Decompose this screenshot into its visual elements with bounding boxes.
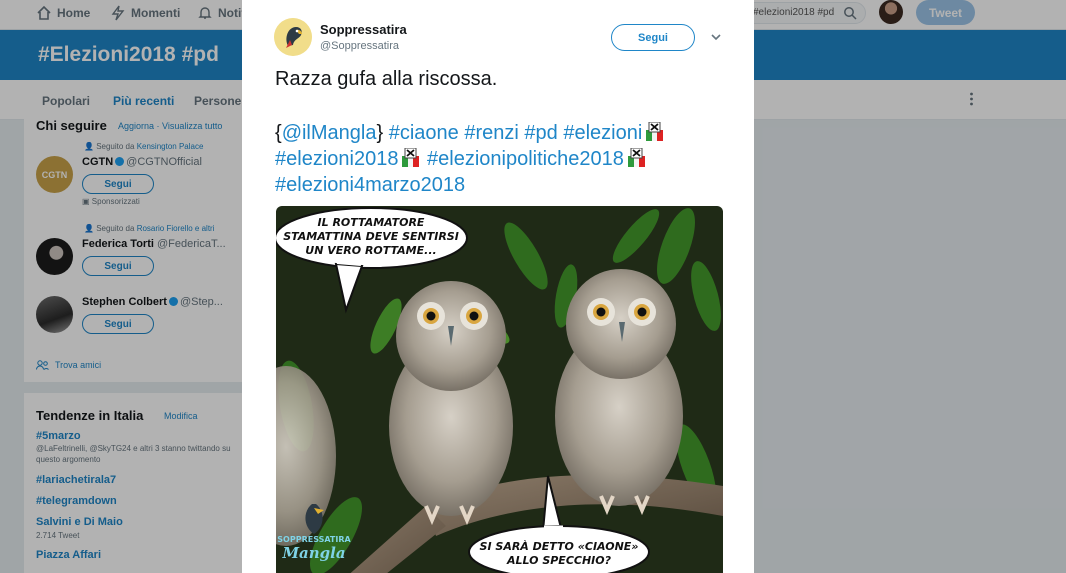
author-avatar[interactable] — [274, 18, 312, 56]
ballot-flag-icon — [402, 148, 420, 167]
hashtag-link[interactable]: #elezioni4marzo2018 — [275, 174, 465, 196]
tweet-hashtags: {@ilMangla} #ciaone #renzi #pd #elezioni… — [275, 120, 735, 198]
mention-link[interactable]: @ilMangla — [282, 122, 377, 144]
brace-close: } — [376, 122, 384, 144]
hashtag-link[interactable]: #renzi — [464, 122, 518, 144]
ballot-flag-icon — [646, 122, 664, 141]
tweet-detail-modal: Soppressatira @Soppressatira Segui Razza… — [242, 0, 754, 573]
chevron-down-icon[interactable] — [710, 32, 722, 42]
owls-cartoon-image: IL ROTTAMATORE STAMATTINA DEVE SENTIRSI … — [276, 206, 723, 573]
tweet-image[interactable]: IL ROTTAMATORE STAMATTINA DEVE SENTIRSI … — [276, 206, 723, 573]
bubble-top-line: IL ROTTAMATORE — [318, 216, 425, 229]
follow-author-button[interactable]: Segui — [611, 24, 695, 51]
author-handle[interactable]: @Soppressatira — [320, 40, 399, 52]
svg-text:SOPPRESSATIRA: SOPPRESSATIRA — [277, 535, 351, 544]
svg-text:Mangla: Mangla — [281, 544, 345, 562]
hashtag-link[interactable]: #ciaone — [389, 122, 459, 144]
bubble-bottom-line: ALLO SPECCHIO? — [506, 554, 612, 567]
bubble-top-line: STAMATTINA DEVE SENTIRSI — [283, 230, 459, 243]
bubble-bottom-line: SI SARÀ DETTO «CIAONE» — [480, 539, 639, 553]
tweet-links-line: {@ilMangla} #ciaone #renzi #pd #elezioni — [275, 120, 735, 146]
bubble-top-line: UN VERO ROTTAME... — [305, 244, 436, 257]
tweet-links-line: #elezioni2018 #elezionipolitiche2018 — [275, 146, 735, 172]
tweet-text: Razza gufa alla riscossa. — [275, 68, 498, 90]
ballot-flag-icon — [627, 148, 645, 167]
hashtag-link[interactable]: #elezioni — [563, 122, 642, 144]
owl-right — [555, 269, 683, 516]
hashtag-link[interactable]: #pd — [524, 122, 557, 144]
owl-left — [389, 281, 513, 526]
brace-open: { — [275, 122, 282, 144]
hashtag-link[interactable]: #elezionipolitiche2018 — [427, 148, 624, 170]
author-name[interactable]: Soppressatira — [320, 22, 407, 37]
hashtag-link[interactable]: #elezioni2018 — [275, 148, 398, 170]
tweet-links-line: #elezioni4marzo2018 — [275, 172, 735, 198]
parrot-logo-icon — [274, 18, 312, 56]
